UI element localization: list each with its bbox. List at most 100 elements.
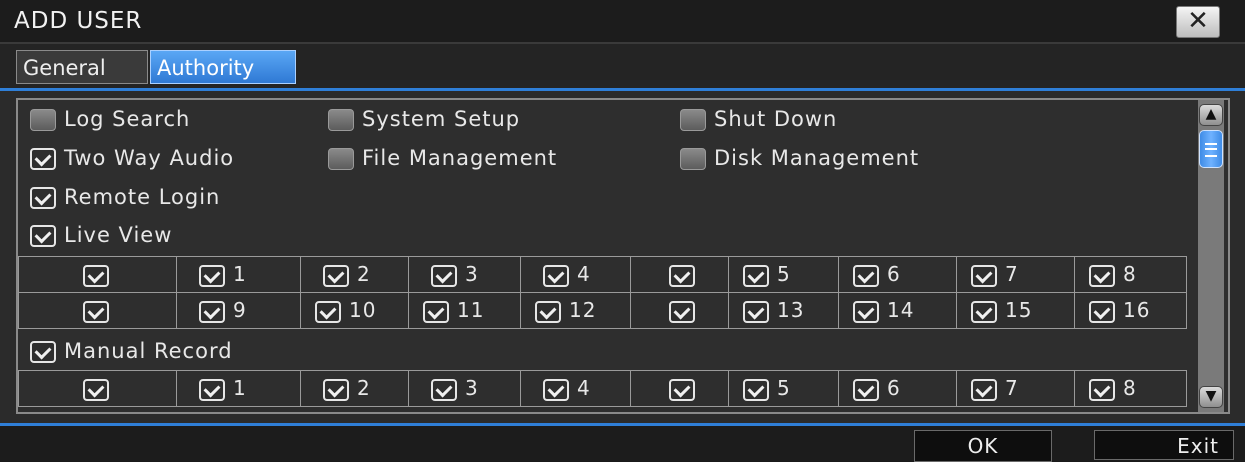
disk-management-checkbox[interactable] [680, 148, 706, 170]
file-management-option[interactable]: File Management [328, 143, 557, 173]
channel-cell[interactable]: 15 [956, 292, 1075, 329]
manual-record-channel-grid: 1 2 3 4 5 6 7 8 [18, 370, 1187, 407]
disk-management-option[interactable]: Disk Management [680, 143, 919, 173]
two-way-audio-option[interactable]: Two Way Audio [30, 143, 234, 173]
channel-cell[interactable]: 6 [838, 370, 957, 407]
channel-cell[interactable]: 4 [520, 370, 631, 407]
channel-checkbox[interactable] [1089, 300, 1115, 323]
channel-cell[interactable]: 3 [408, 370, 521, 407]
vertical-scrollbar[interactable]: ▲ ▼ [1198, 100, 1224, 412]
channel-checkbox[interactable] [535, 300, 561, 323]
scroll-up-icon[interactable]: ▲ [1199, 104, 1223, 126]
channel-checkbox[interactable] [315, 300, 341, 323]
channel-cell[interactable]: 4 [520, 256, 631, 293]
channel-number: 6 [887, 262, 901, 287]
shut-down-checkbox[interactable] [680, 109, 706, 131]
channel-cell[interactable] [630, 370, 729, 407]
channel-checkbox[interactable] [323, 378, 349, 401]
shut-down-option[interactable]: Shut Down [680, 104, 837, 134]
tab-authority[interactable]: Authority [150, 50, 296, 84]
two-way-audio-checkbox[interactable] [30, 148, 56, 170]
live-view-label: Live View [64, 223, 173, 247]
scroll-down-icon[interactable]: ▼ [1199, 386, 1223, 408]
channel-cell[interactable] [18, 256, 177, 293]
channel-cell[interactable]: 8 [1074, 256, 1187, 293]
tab-bar: General Authority [0, 44, 1245, 91]
channel-cell[interactable]: 6 [838, 256, 957, 293]
channel-number: 10 [349, 298, 377, 323]
channel-checkbox[interactable] [743, 300, 769, 323]
manual-record-label: Manual Record [64, 339, 233, 363]
channel-checkbox[interactable] [1089, 378, 1115, 401]
channel-number: 13 [777, 298, 805, 323]
channel-cell[interactable] [18, 292, 177, 329]
channel-select-all-checkbox[interactable] [83, 264, 109, 287]
channel-cell[interactable]: 11 [408, 292, 521, 329]
file-management-checkbox[interactable] [328, 148, 354, 170]
channel-checkbox[interactable] [853, 264, 879, 287]
system-setup-option[interactable]: System Setup [328, 104, 520, 134]
remote-login-checkbox[interactable] [30, 187, 56, 209]
channel-number: 8 [1123, 262, 1137, 287]
channel-checkbox[interactable] [199, 378, 225, 401]
channel-cell[interactable]: 7 [956, 256, 1075, 293]
system-setup-checkbox[interactable] [328, 109, 354, 131]
channel-cell[interactable]: 1 [176, 370, 301, 407]
channel-cell[interactable]: 12 [520, 292, 631, 329]
channel-select-all-checkbox[interactable] [83, 378, 109, 401]
tab-general[interactable]: General [16, 50, 148, 84]
channel-cell[interactable]: 8 [1074, 370, 1187, 407]
channel-cell[interactable]: 10 [300, 292, 409, 329]
channel-checkbox[interactable] [971, 378, 997, 401]
remote-login-option[interactable]: Remote Login [30, 182, 220, 212]
channel-number: 7 [1005, 262, 1019, 287]
channel-number: 4 [577, 262, 591, 287]
live-view-checkbox[interactable] [30, 225, 56, 247]
manual-record-option[interactable]: Manual Record [30, 336, 233, 366]
live-view-option[interactable]: Live View [30, 220, 172, 250]
channel-checkbox[interactable] [853, 300, 879, 323]
channel-cell[interactable]: 14 [838, 292, 957, 329]
channel-cell[interactable]: 5 [728, 256, 839, 293]
channel-cell[interactable] [630, 292, 729, 329]
channel-checkbox[interactable] [323, 264, 349, 287]
close-icon[interactable]: ✕ [1176, 6, 1220, 38]
channel-cell[interactable] [630, 256, 729, 293]
channel-checkbox[interactable] [853, 378, 879, 401]
channel-cell[interactable]: 3 [408, 256, 521, 293]
channel-select-all-checkbox[interactable] [669, 378, 695, 401]
system-setup-label: System Setup [362, 107, 521, 131]
channel-checkbox[interactable] [199, 300, 225, 323]
channel-checkbox[interactable] [431, 264, 457, 287]
channel-checkbox[interactable] [971, 264, 997, 287]
channel-checkbox[interactable] [423, 300, 449, 323]
channel-checkbox[interactable] [743, 378, 769, 401]
channel-checkbox[interactable] [199, 264, 225, 287]
exit-button[interactable]: Exit [1094, 430, 1234, 460]
channel-cell[interactable]: 5 [728, 370, 839, 407]
channel-select-all-checkbox[interactable] [83, 300, 109, 323]
channel-checkbox[interactable] [971, 300, 997, 323]
manual-record-checkbox[interactable] [30, 341, 56, 363]
channel-cell[interactable]: 2 [300, 256, 409, 293]
channel-checkbox[interactable] [543, 378, 569, 401]
channel-select-all-checkbox[interactable] [669, 264, 695, 287]
channel-checkbox[interactable] [1089, 264, 1115, 287]
channel-cell[interactable]: 1 [176, 256, 301, 293]
channel-checkbox[interactable] [431, 378, 457, 401]
channel-cell[interactable]: 13 [728, 292, 839, 329]
channel-cell[interactable]: 16 [1074, 292, 1187, 329]
channel-cell[interactable] [18, 370, 177, 407]
channel-checkbox[interactable] [543, 264, 569, 287]
scroll-thumb[interactable] [1199, 130, 1223, 168]
channel-number: 1 [233, 376, 247, 401]
log-search-checkbox[interactable] [30, 109, 56, 131]
channel-checkbox[interactable] [743, 264, 769, 287]
channel-cell[interactable]: 2 [300, 370, 409, 407]
live-view-channel-grid: 1 2 3 4 5 6 7 8 9 10 11 12 13 14 15 16 [18, 256, 1187, 329]
channel-select-all-checkbox[interactable] [669, 300, 695, 323]
channel-cell[interactable]: 9 [176, 292, 301, 329]
channel-cell[interactable]: 7 [956, 370, 1075, 407]
ok-button[interactable]: OK [914, 430, 1052, 462]
log-search-option[interactable]: Log Search [30, 104, 190, 134]
